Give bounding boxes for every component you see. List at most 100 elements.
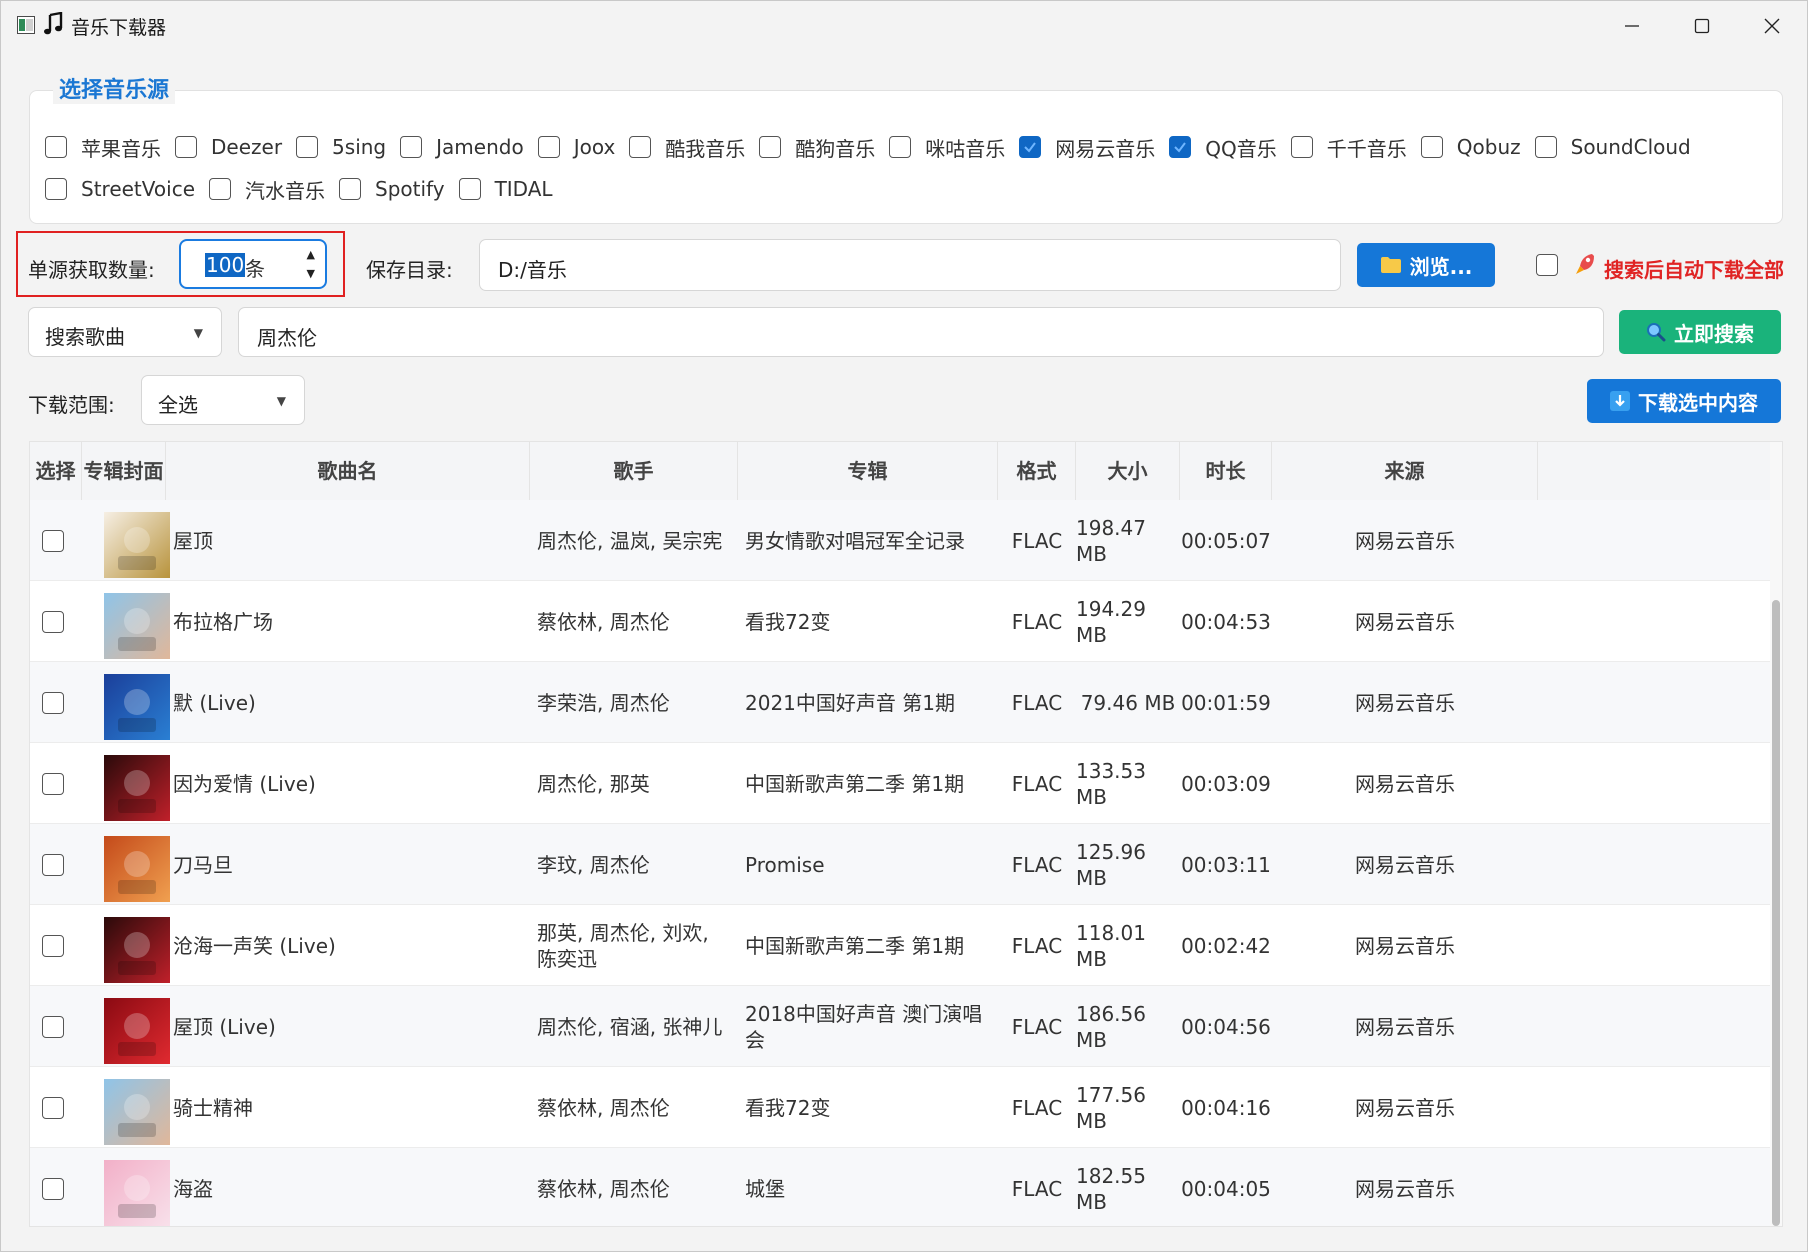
duration: 00:04:56 [1181,1014,1271,1039]
download-range-select[interactable]: 全选 ▼ [141,375,305,425]
source-option[interactable]: Deezer [175,135,282,159]
source-option[interactable]: Joox [537,135,615,159]
table-row[interactable]: 海盗 蔡依林, 周杰伦 城堡 FLAC 182.55 MB 00:04:05 网易云音乐 [30,1148,1770,1226]
source-checkbox[interactable] [889,136,912,158]
source-option[interactable]: 汽水音乐 [209,175,325,204]
source-option[interactable]: 5sing [296,135,386,159]
row-checkbox[interactable] [42,1016,64,1038]
source-checkbox-checked[interactable] [1169,136,1192,158]
source-checkbox[interactable] [1534,136,1557,158]
source-checkbox[interactable] [759,136,782,158]
column-header[interactable]: 来源 [1272,442,1538,500]
row-checkbox[interactable] [42,530,64,552]
source-checkbox[interactable] [209,178,231,200]
spin-up-icon[interactable]: ▲ [307,248,315,261]
source-option[interactable]: 酷我音乐 [629,133,745,162]
source-checkbox[interactable] [339,178,361,200]
source-checkbox[interactable] [45,178,67,200]
source-option[interactable]: Spotify [339,177,445,201]
save-dir-label: 保存目录: [366,258,453,282]
row-checkbox[interactable] [42,1097,64,1119]
auto-download-checkbox[interactable] [1536,254,1558,276]
duration: 00:03:09 [1181,771,1271,796]
source-option[interactable]: 酷狗音乐 [759,133,875,162]
search-type-select[interactable]: 搜索歌曲 ▼ [28,307,222,357]
source-option[interactable]: 苹果音乐 [45,133,161,162]
album-name: Promise [745,852,825,877]
table-row[interactable]: 刀马旦 李玟, 周杰伦 Promise FLAC 125.96 MB 00:03:11 网易… [30,824,1770,905]
search-input[interactable]: 周杰伦 [238,307,1604,357]
source-label: 千千音乐 [1326,136,1407,161]
column-header[interactable]: 大小 [1076,442,1180,500]
source-option[interactable]: 咪咕音乐 [889,133,1005,162]
title-bar: 音乐下载器 [1,1,1807,51]
table-row[interactable]: 骑士精神 蔡依林, 周杰伦 看我72变 FLAC 177.56 MB 00:04:16 网易… [30,1067,1770,1148]
column-header[interactable]: 专辑封面 [82,442,166,500]
source-checkbox[interactable] [175,136,197,158]
count-value[interactable]: 100 [205,253,246,277]
source-label: 苹果音乐 [81,136,161,161]
table-row[interactable]: 沧海一声笑 (Live) 那英, 周杰伦, 刘欢, 陈奕迅 中国新歌声第二季 第1期… [30,905,1770,986]
source-label: Qobuz [1456,135,1521,159]
row-checkbox[interactable] [42,692,64,714]
column-header[interactable]: 时长 [1180,442,1272,500]
save-dir-input[interactable]: D:/音乐 [479,239,1341,291]
rocket-icon [1574,252,1596,280]
source-checkbox[interactable] [1420,136,1443,158]
count-label: 单源获取数量: [28,258,155,282]
row-checkbox[interactable] [42,935,64,957]
download-icon [1610,391,1630,411]
source-checkbox[interactable] [537,136,560,158]
source-label: SoundCloud [1570,135,1691,159]
source-option[interactable]: TIDAL [458,177,553,201]
row-checkbox[interactable] [42,773,64,795]
file-format: FLAC [1011,528,1063,553]
download-range-value: 全选 [158,393,198,417]
table-row[interactable]: 因为爱情 (Live) 周杰伦, 那英 中国新歌声第二季 第1期 FLAC 133.53… [30,743,1770,824]
source-option[interactable]: 网易云音乐 [1019,133,1155,162]
source-checkbox[interactable] [400,136,423,158]
artist-name: 蔡依林, 周杰伦 [537,1176,670,1201]
source-checkbox[interactable] [45,136,67,158]
vertical-scrollbar[interactable] [1770,442,1782,1226]
source-option[interactable]: QQ音乐 [1169,133,1277,162]
row-checkbox[interactable] [42,1178,64,1200]
column-header[interactable]: 选择 [30,442,82,500]
source-option[interactable]: StreetVoice [45,177,195,201]
album-cover [104,1160,170,1226]
column-header[interactable]: 格式 [998,442,1076,500]
browse-button[interactable]: 浏览... [1357,243,1495,287]
file-size: 182.55 MB [1076,1163,1146,1214]
maximize-button[interactable] [1667,1,1737,51]
source-checkbox-checked[interactable] [1019,136,1042,158]
album-name: 2021中国好声音 第1期 [745,690,955,715]
source-option[interactable]: 千千音乐 [1290,133,1407,162]
count-spinbox[interactable]: 100 条 ▲ ▼ [179,239,327,289]
source-checkbox[interactable] [1290,136,1313,158]
source-checkbox[interactable] [458,178,481,200]
download-selected-button[interactable]: 下载选中内容 [1587,379,1781,423]
source-name: 网易云音乐 [1355,1095,1455,1120]
source-option[interactable]: Jamendo [400,135,524,159]
minimize-button[interactable] [1597,1,1667,51]
source-option[interactable]: Qobuz [1420,135,1521,159]
source-label: 咪咕音乐 [925,136,1006,161]
table-row[interactable]: 屋顶 (Live) 周杰伦, 宿涵, 张神儿 2018中国好声音 澳门演唱会 FLAC… [30,986,1770,1067]
source-checkbox[interactable] [629,136,652,158]
source-checkbox[interactable] [296,136,319,158]
scrollbar-thumb[interactable] [1772,600,1780,1226]
row-checkbox[interactable] [42,854,64,876]
table-row[interactable]: 默 (Live) 李荣浩, 周杰伦 2021中国好声音 第1期 FLAC 79.46 M… [30,662,1770,743]
table-row[interactable]: 布拉格广场 蔡依林, 周杰伦 看我72变 FLAC 194.29 MB 00:04:53 网… [30,581,1770,662]
album-name: 看我72变 [745,1095,831,1120]
search-button[interactable]: 立即搜索 [1619,310,1781,354]
duration: 00:02:42 [1181,933,1271,958]
spin-down-icon[interactable]: ▼ [307,267,315,280]
table-row[interactable]: 屋顶 周杰伦, 温岚, 吴宗宪 男女情歌对唱冠军全记录 FLAC 198.47 MB 00… [30,500,1770,581]
column-header[interactable]: 歌曲名 [166,442,530,500]
source-option[interactable]: SoundCloud [1534,135,1691,159]
column-header[interactable]: 专辑 [738,442,998,500]
close-button[interactable] [1737,1,1807,51]
row-checkbox[interactable] [42,611,64,633]
column-header[interactable]: 歌手 [530,442,738,500]
